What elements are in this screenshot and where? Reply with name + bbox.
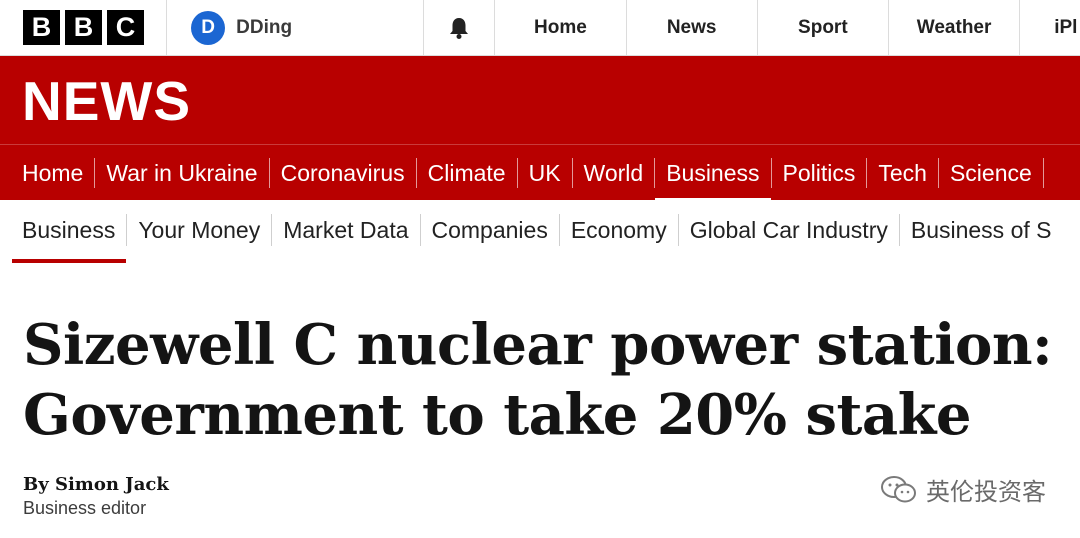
nav-item-tech[interactable]: Tech — [867, 157, 939, 188]
bbc-logo-letter: C — [107, 10, 144, 45]
article-headline: Sizewell C nuclear power station: Govern… — [23, 310, 1073, 450]
nav-item-coronavirus[interactable]: Coronavirus — [270, 157, 417, 188]
subnav-item-global-car-industry[interactable]: Global Car Industry — [679, 214, 900, 246]
nav-item-war-in-ukraine[interactable]: War in Ukraine — [95, 157, 270, 188]
secondary-nav: Business Your Money Market Data Companie… — [0, 200, 1080, 263]
subnav-item-business[interactable]: Business — [0, 214, 128, 263]
byline-author: By Simon Jack — [23, 474, 169, 495]
avatar: D — [191, 10, 226, 45]
subnav-item-your-money[interactable]: Your Money — [127, 214, 273, 246]
watermark: 英伦投资客 — [880, 472, 1046, 507]
subnav-item-economy[interactable]: Economy — [560, 214, 679, 246]
nav-item-science[interactable]: Science — [939, 157, 1044, 188]
bbc-logo-letter: B — [65, 10, 102, 45]
nav-item-home[interactable]: Home — [0, 157, 96, 188]
watermark-text: 英伦投资客 — [926, 479, 1046, 506]
top-link-news[interactable]: News — [627, 0, 758, 55]
wechat-icon — [881, 475, 916, 502]
top-masthead: B B C D DDing Home News Sport Weather iP… — [0, 0, 1080, 56]
top-link-iplayer[interactable]: iPl — [1020, 0, 1080, 55]
nav-item-world[interactable]: World — [573, 157, 656, 188]
bbc-logo[interactable]: B B C — [0, 0, 168, 55]
top-link-weather[interactable]: Weather — [889, 0, 1021, 55]
headline-line-1: Sizewell C nuclear power station: — [23, 312, 1053, 378]
nav-item-climate[interactable]: Climate — [417, 157, 518, 188]
account-name: DDing — [236, 16, 293, 38]
subnav-item-market-data[interactable]: Market Data — [272, 214, 421, 246]
bell-icon — [450, 17, 469, 39]
nav-item-politics[interactable]: Politics — [772, 157, 868, 188]
top-link-sport[interactable]: Sport — [758, 0, 889, 55]
headline-line-2: Government to take 20% stake — [23, 382, 972, 448]
byline-role: Business editor — [23, 498, 147, 518]
nav-item-uk[interactable]: UK — [518, 157, 573, 188]
account-link[interactable]: D DDing — [167, 0, 424, 55]
news-logo[interactable]: NEWS — [22, 71, 191, 131]
news-banner: NEWS — [0, 56, 1080, 144]
primary-nav: Home War in Ukraine Coronavirus Climate … — [0, 144, 1080, 202]
nav-item-business[interactable]: Business — [655, 157, 772, 202]
notifications-button[interactable] — [424, 0, 496, 55]
subnav-item-business-of-sport[interactable]: Business of S — [900, 214, 1063, 246]
bbc-logo-letter: B — [23, 10, 60, 45]
subnav-item-companies[interactable]: Companies — [421, 214, 560, 246]
top-link-home[interactable]: Home — [495, 0, 627, 55]
